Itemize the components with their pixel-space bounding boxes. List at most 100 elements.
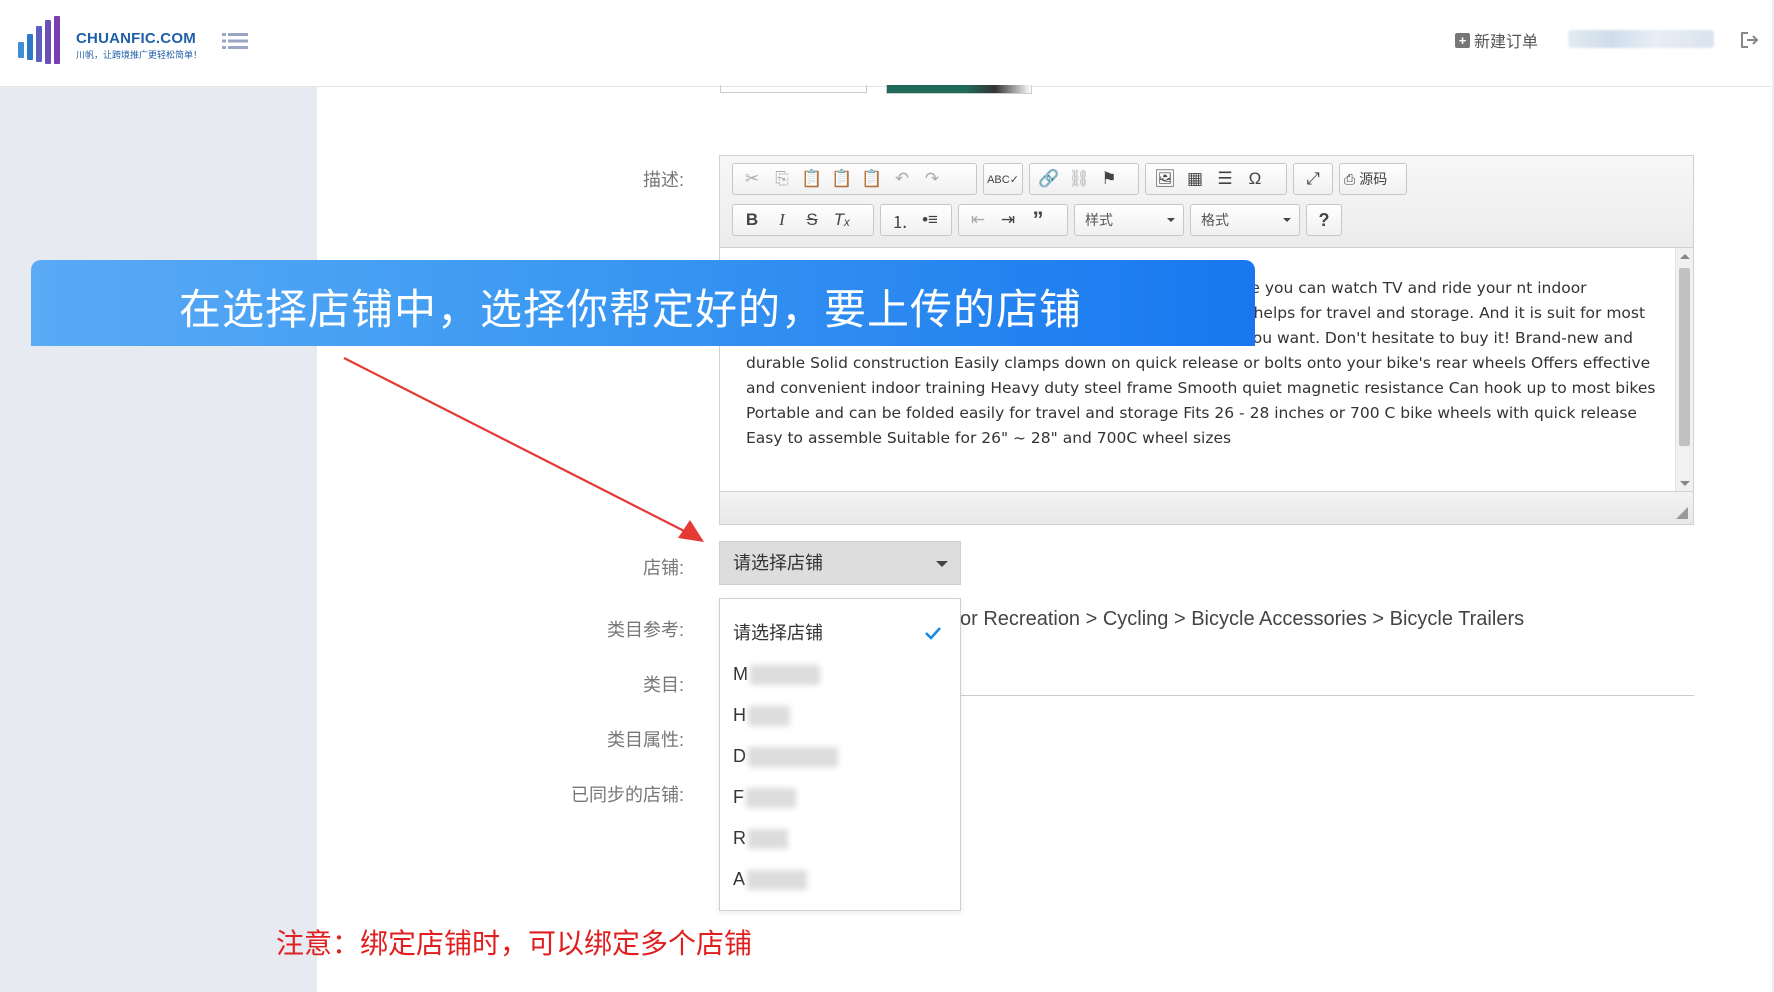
top-header: CHUANFIC.COM 川帆，让跨境推广更轻松简单！ + 新建订单 bbox=[0, 0, 1774, 87]
store-option-label: F bbox=[733, 787, 744, 807]
menu-list-icon[interactable] bbox=[222, 30, 248, 52]
new-order-label: 新建订单 bbox=[1474, 34, 1539, 51]
store-label: 店铺: bbox=[642, 558, 684, 578]
bullet-list-icon[interactable]: •≡ bbox=[915, 206, 945, 234]
format-select-label: 格式 bbox=[1201, 212, 1229, 228]
logo-title: CHUANFIC.COM bbox=[76, 30, 196, 47]
divider bbox=[961, 695, 1694, 696]
new-order-button[interactable]: + 新建订单 bbox=[1455, 28, 1538, 52]
undo-icon[interactable]: ↶ bbox=[887, 165, 917, 193]
image-icon[interactable]: 🖼 bbox=[1150, 165, 1180, 193]
store-select-value: 请选择店铺 bbox=[733, 553, 823, 573]
blurred-store-name bbox=[750, 665, 820, 686]
cut-icon[interactable]: ✂ bbox=[737, 165, 767, 193]
maximize-icon[interactable]: ⤢ bbox=[1298, 165, 1328, 193]
bold-icon[interactable]: B bbox=[737, 206, 767, 234]
table-icon[interactable]: ▦ bbox=[1180, 165, 1210, 193]
redo-icon[interactable]: ↷ bbox=[917, 165, 947, 193]
scroll-thumb[interactable] bbox=[1679, 268, 1690, 446]
resize-handle-icon[interactable] bbox=[1676, 507, 1688, 519]
blurred-store-name bbox=[748, 747, 838, 768]
source-label: 源码 bbox=[1359, 171, 1388, 187]
blurred-store-name bbox=[746, 788, 796, 809]
editor-statusbar bbox=[720, 491, 1693, 524]
category-ref-label: 类目参考: bbox=[606, 620, 684, 640]
spellcheck-group: ABC✓ bbox=[983, 163, 1023, 195]
store-dropdown: 请选择店铺 M H D F R A bbox=[719, 598, 961, 911]
numbered-list-icon[interactable]: ⒈ bbox=[885, 206, 915, 234]
check-icon bbox=[925, 627, 941, 640]
logout-icon[interactable] bbox=[1740, 31, 1760, 49]
store-option-label: A bbox=[733, 869, 746, 889]
logo-bars-icon bbox=[18, 16, 60, 64]
blurred-store-name bbox=[748, 706, 790, 727]
synced-store-label: 已同步的店铺: bbox=[570, 785, 684, 805]
image-upload-button[interactable] bbox=[720, 85, 867, 93]
store-option-label: H bbox=[733, 705, 746, 725]
maximize-group: ⤢ bbox=[1293, 163, 1333, 195]
store-option[interactable]: F bbox=[733, 782, 951, 812]
outdent-icon[interactable]: ⇤ bbox=[963, 206, 993, 234]
paste-icon[interactable]: 📋 bbox=[797, 165, 827, 193]
description-label: 描述: bbox=[642, 170, 684, 190]
plus-icon: + bbox=[1455, 32, 1470, 48]
editor-scrollbar[interactable] bbox=[1675, 248, 1693, 492]
spellcheck-icon[interactable]: ABC✓ bbox=[987, 165, 1019, 193]
remove-format-icon[interactable]: Tₓ bbox=[827, 206, 857, 234]
instruction-banner: 在选择店铺中，选择你帮定好的，要上传的店铺 bbox=[31, 260, 1255, 346]
indent-icon[interactable]: ⇥ bbox=[993, 206, 1023, 234]
sidebar bbox=[0, 87, 317, 992]
blurred-store-name bbox=[747, 870, 808, 891]
special-char-icon[interactable]: Ω bbox=[1240, 165, 1270, 193]
store-option[interactable]: D bbox=[733, 741, 951, 771]
scroll-up-icon[interactable] bbox=[1680, 254, 1690, 259]
store-option-label: M bbox=[733, 664, 748, 684]
scroll-down-icon[interactable] bbox=[1680, 481, 1690, 486]
product-image-thumb bbox=[886, 85, 1032, 94]
source-icon: ⎙ bbox=[1344, 170, 1356, 187]
unlink-icon[interactable]: ⛓ bbox=[1064, 165, 1094, 193]
anchor-flag-icon[interactable]: ⚑ bbox=[1094, 165, 1124, 193]
editor-toolbar: ✂ ⎘ 📋 📋 📋 ↶ ↷ ABC✓ 🔗 ⛓ ⚑ 🖼 ▦ ☰ Ω ⤢ ⎙ 源码 bbox=[720, 156, 1693, 248]
copy-icon[interactable]: ⎘ bbox=[767, 165, 797, 193]
paste-text-icon[interactable]: 📋 bbox=[827, 165, 857, 193]
logo[interactable]: CHUANFIC.COM 川帆，让跨境推广更轻松简单！ bbox=[18, 16, 202, 66]
user-name-blurred[interactable] bbox=[1568, 30, 1714, 48]
chevron-down-icon bbox=[1283, 218, 1291, 222]
basic-style-group: B I S Tₓ bbox=[732, 204, 874, 236]
link-group: 🔗 ⛓ ⚑ bbox=[1029, 163, 1139, 195]
style-select-label: 样式 bbox=[1085, 212, 1113, 228]
note-text: 注意：绑定店铺时，可以绑定多个店铺 bbox=[276, 927, 753, 960]
store-option[interactable]: A bbox=[733, 864, 951, 894]
insert-group: 🖼 ▦ ☰ Ω bbox=[1145, 163, 1287, 195]
store-option[interactable]: H bbox=[733, 700, 951, 730]
help-icon: ? bbox=[1318, 209, 1330, 230]
source-button[interactable]: ⎙ 源码 bbox=[1339, 163, 1407, 195]
category-label: 类目: bbox=[642, 675, 684, 695]
indent-group: ⇤ ⇥ ” bbox=[958, 204, 1068, 236]
store-option[interactable]: 请选择店铺 bbox=[733, 618, 951, 648]
clipboard-group: ✂ ⎘ 📋 📋 📋 ↶ ↷ bbox=[732, 163, 977, 195]
store-option-label: 请选择店铺 bbox=[733, 623, 823, 643]
store-option[interactable]: R bbox=[733, 823, 951, 853]
store-option-label: D bbox=[733, 746, 746, 766]
chevron-down-icon bbox=[936, 561, 948, 567]
category-ref-value: or Recreation > Cycling > Bicycle Access… bbox=[960, 608, 1525, 630]
strike-icon[interactable]: S bbox=[797, 206, 827, 234]
paste-word-icon[interactable]: 📋 bbox=[857, 165, 887, 193]
horizontal-rule-icon[interactable]: ☰ bbox=[1210, 165, 1240, 193]
list-group: ⒈ •≡ bbox=[880, 204, 952, 236]
format-select[interactable]: 格式 bbox=[1190, 204, 1300, 236]
chevron-down-icon bbox=[1167, 218, 1175, 222]
store-select[interactable]: 请选择店铺 bbox=[719, 541, 961, 585]
category-attr-label: 类目属性: bbox=[606, 730, 684, 750]
help-button[interactable]: ? bbox=[1306, 204, 1342, 236]
store-option-label: R bbox=[733, 828, 746, 848]
style-select[interactable]: 样式 bbox=[1074, 204, 1184, 236]
link-icon[interactable]: 🔗 bbox=[1034, 165, 1064, 193]
pointer-arrow-icon bbox=[343, 357, 704, 542]
store-option[interactable]: M bbox=[733, 659, 951, 689]
logo-slogan: 川帆，让跨境推广更轻松简单！ bbox=[76, 50, 203, 60]
blockquote-icon[interactable]: ” bbox=[1023, 206, 1053, 234]
italic-icon[interactable]: I bbox=[767, 206, 797, 234]
